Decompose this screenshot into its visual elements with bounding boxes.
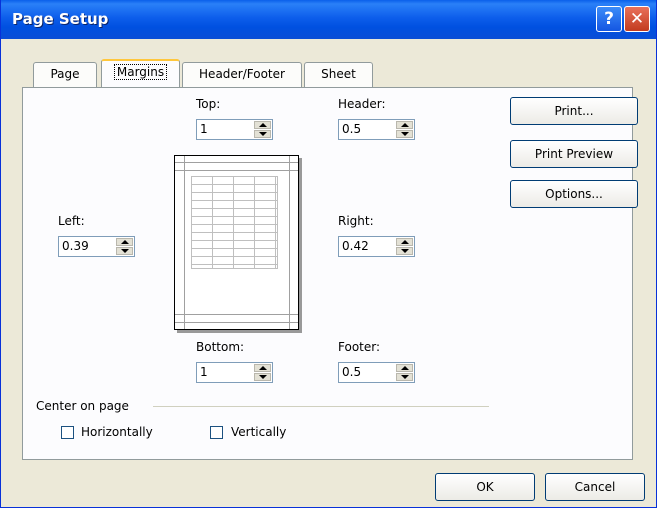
bottom-margin-spinner[interactable]: 1 [196, 362, 273, 383]
right-label: Right: [338, 214, 374, 228]
spin-up-icon[interactable] [396, 121, 413, 129]
title-bar[interactable]: Page Setup ? ✕ [1, 0, 656, 39]
bottom-label: Bottom: [196, 340, 245, 354]
top-label: Top: [196, 97, 221, 111]
center-on-page-label: Center on page [36, 399, 129, 413]
bottom-margin-line [175, 314, 298, 315]
right-margin-spinner[interactable]: 0.42 [338, 236, 415, 257]
page-setup-dialog: Page Setup ? ✕ Page Margins Header/Foote… [0, 0, 657, 508]
header-label: Header: [338, 97, 386, 111]
options-button[interactable]: Options... [510, 180, 638, 208]
print-preview-button[interactable]: Print Preview [510, 140, 638, 168]
left-label: Left: [58, 214, 85, 228]
right-margin-line [289, 156, 290, 329]
spin-down-icon[interactable] [396, 247, 413, 255]
spin-up-icon[interactable] [254, 364, 271, 372]
tab-margins[interactable]: Margins [101, 59, 180, 87]
page-preview [174, 155, 299, 330]
spin-up-icon[interactable] [396, 364, 413, 372]
left-margin-value: 0.39 [62, 239, 89, 253]
horizontally-checkbox[interactable] [61, 426, 74, 439]
spin-down-icon[interactable] [396, 130, 413, 138]
cancel-button[interactable]: Cancel [545, 473, 645, 501]
vertically-checkbox[interactable] [210, 426, 223, 439]
horizontally-label: Horizontally [81, 425, 153, 439]
footer-margin-value: 0.5 [342, 365, 362, 379]
top-margin-line [175, 170, 298, 171]
window-title: Page Setup [12, 10, 109, 28]
print-button[interactable]: Print... [510, 97, 638, 125]
right-margin-value: 0.42 [342, 239, 369, 253]
spin-up-icon[interactable] [396, 238, 413, 246]
group-divider [153, 406, 489, 407]
left-margin-line [184, 156, 185, 329]
ok-button[interactable]: OK [435, 473, 535, 501]
tab-margins-label: Margins [113, 64, 168, 80]
spin-down-icon[interactable] [254, 373, 271, 381]
tab-page[interactable]: Page [33, 62, 97, 87]
header-margin-line [175, 162, 298, 163]
close-icon[interactable]: ✕ [624, 6, 650, 32]
spin-down-icon[interactable] [116, 247, 133, 255]
tab-header-footer-label: Header/Footer [199, 67, 285, 81]
vertically-label: Vertically [231, 425, 287, 439]
header-margin-spinner[interactable]: 0.5 [338, 119, 415, 140]
top-margin-value: 1 [200, 122, 208, 136]
left-margin-spinner[interactable]: 0.39 [58, 236, 135, 257]
help-icon[interactable]: ? [596, 6, 622, 32]
footer-label: Footer: [338, 340, 381, 354]
top-margin-spinner[interactable]: 1 [196, 119, 273, 140]
tab-header-footer[interactable]: Header/Footer [182, 62, 302, 87]
tab-sheet[interactable]: Sheet [304, 62, 373, 87]
spin-down-icon[interactable] [254, 130, 271, 138]
header-margin-value: 0.5 [342, 122, 362, 136]
sheet-grid-preview [191, 176, 278, 269]
spin-down-icon[interactable] [396, 373, 413, 381]
footer-margin-spinner[interactable]: 0.5 [338, 362, 415, 383]
bottom-margin-value: 1 [200, 365, 208, 379]
spin-up-icon[interactable] [116, 238, 133, 246]
tab-page-label: Page [50, 67, 80, 81]
spin-up-icon[interactable] [254, 121, 271, 129]
footer-margin-line [175, 322, 298, 323]
tab-sheet-label: Sheet [321, 67, 356, 81]
